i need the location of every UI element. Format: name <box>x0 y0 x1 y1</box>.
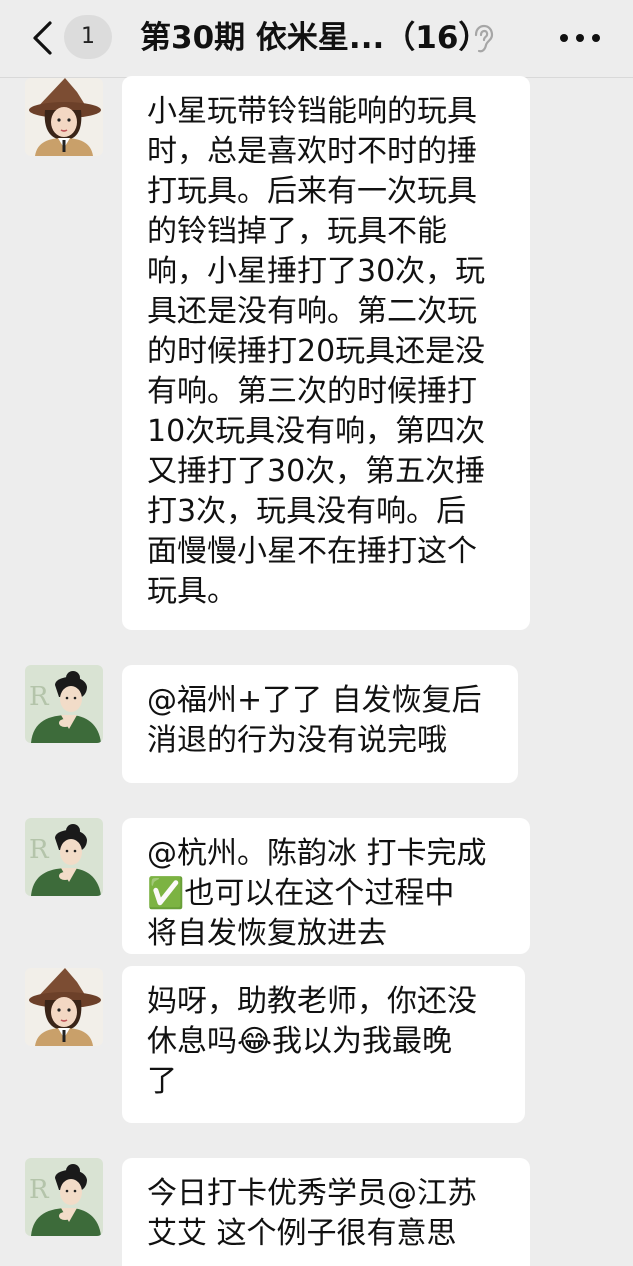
message-bubble[interactable]: @杭州。陈韵冰 打卡完成 ✅也可以在这个过程中 将自发恢复放进去 <box>122 818 530 954</box>
message-bubble[interactable]: @福州+了了 自发恢复后 消退的行为没有说完哦 <box>122 665 518 783</box>
svg-text:R: R <box>29 1175 50 1205</box>
chat-title[interactable]: 第30期 依米星...（16） <box>140 16 489 60</box>
svg-text:R: R <box>29 682 50 712</box>
scholar-portrait-avatar[interactable]: R <box>25 818 103 896</box>
scholar-portrait-avatar[interactable]: R <box>25 665 103 743</box>
chat-header: 1 第30期 依米星...（16） <box>0 0 633 78</box>
message-bubble[interactable]: 妈呀，助教老师，你还没 休息吗😂我以为我最晚 了 <box>122 966 525 1123</box>
scholar-portrait-avatar[interactable]: R <box>25 1158 103 1236</box>
ear-mute-icon <box>474 24 494 53</box>
unread-count-badge[interactable]: 1 <box>64 15 112 59</box>
message-bubble[interactable]: 小星玩带铃铛能响的玩具 时，总是喜欢时不时的捶 打玩具。后来有一次玩具 的铃铛掉… <box>122 76 530 630</box>
witch-hat-girl-avatar[interactable] <box>25 78 103 156</box>
witch-hat-girl-avatar[interactable] <box>25 968 103 1046</box>
svg-text:R: R <box>29 835 50 865</box>
chevron-left-icon[interactable] <box>28 20 56 56</box>
message-bubble[interactable]: 今日打卡优秀学员@江苏 艾艾 这个例子很有意思 <box>122 1158 530 1266</box>
more-dots-icon[interactable] <box>558 26 602 50</box>
